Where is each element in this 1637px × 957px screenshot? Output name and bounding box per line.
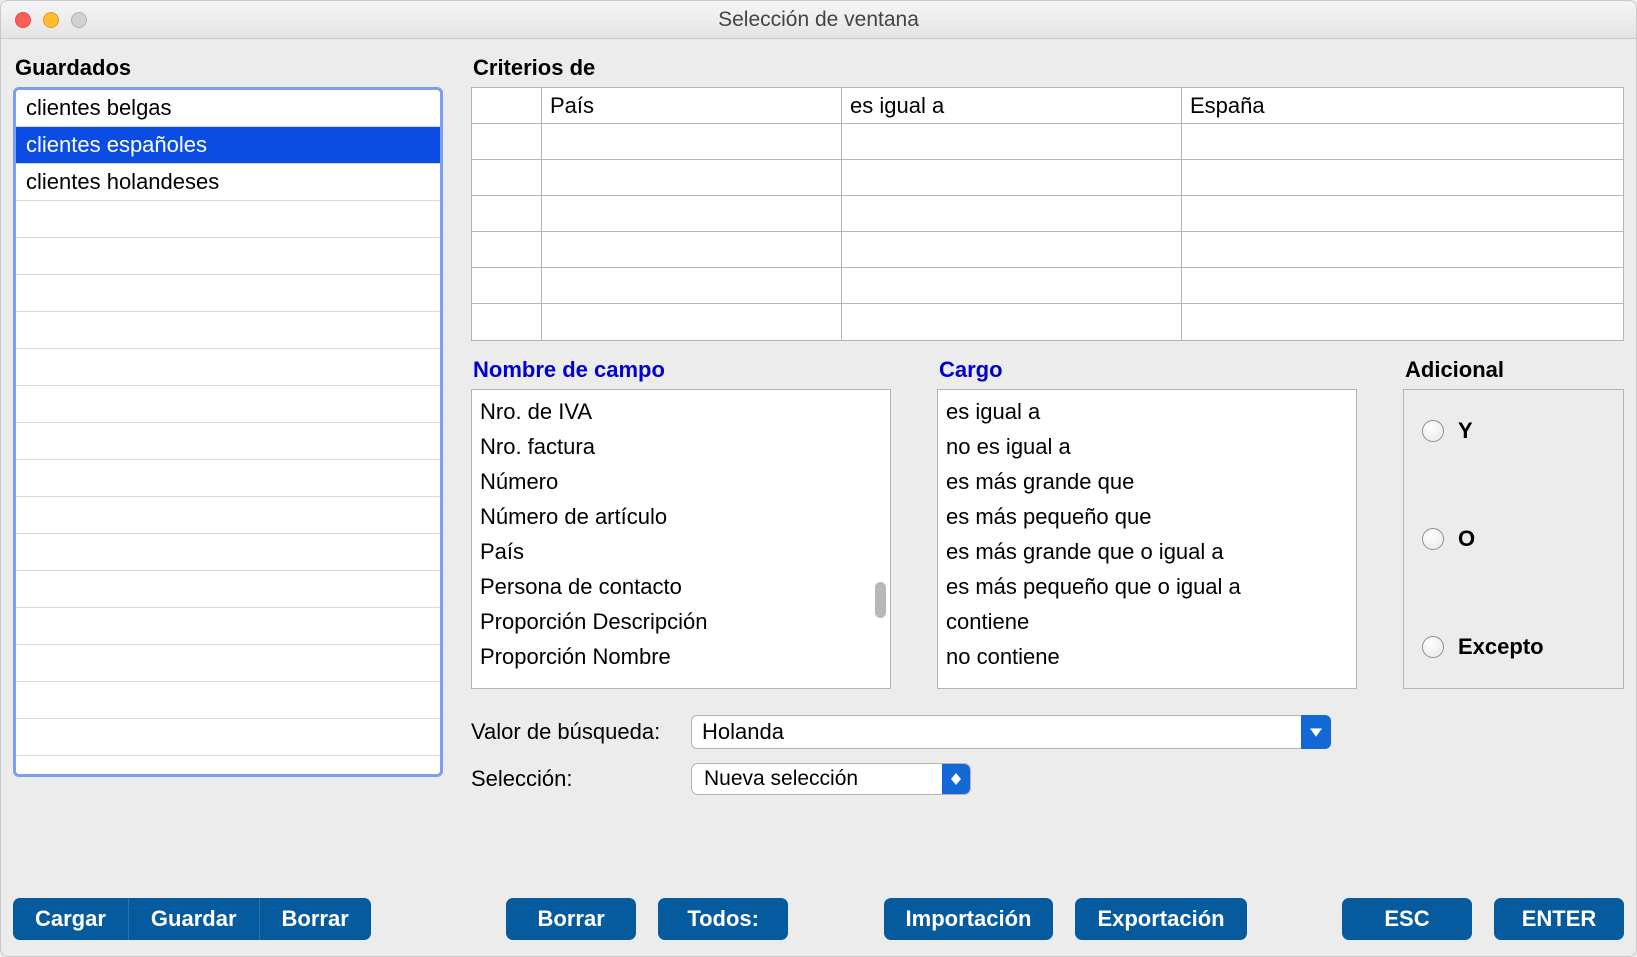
search-combo[interactable] [691, 715, 1331, 749]
criteria-cell[interactable] [542, 196, 842, 232]
additional-group: Y O Excepto [1403, 389, 1624, 689]
search-label: Valor de búsqueda: [471, 719, 691, 745]
list-item[interactable]: es igual a [946, 394, 1348, 429]
list-item[interactable]: es más pequeño que [946, 499, 1348, 534]
list-item[interactable]: contiene [946, 604, 1348, 639]
list-item[interactable]: es más pequeño que o igual a [946, 569, 1348, 604]
criteria-cell[interactable] [542, 124, 842, 160]
criteria-cell[interactable] [842, 232, 1182, 268]
criteria-cell[interactable] [1182, 124, 1623, 160]
radio-icon [1422, 636, 1444, 658]
list-item[interactable] [16, 275, 440, 312]
radio-icon [1422, 528, 1444, 550]
fields-label: Nombre de campo [473, 357, 891, 383]
esc-button[interactable]: ESC [1342, 898, 1472, 940]
import-button[interactable]: Importación [884, 898, 1054, 940]
borrar-left-button[interactable]: Borrar [260, 898, 371, 940]
search-input[interactable] [691, 715, 1301, 749]
radio-icon [1422, 420, 1444, 442]
list-item[interactable]: es más grande que [946, 464, 1348, 499]
list-item[interactable] [16, 608, 440, 645]
list-item[interactable] [16, 349, 440, 386]
list-item[interactable]: Proporción Nombre [480, 639, 882, 674]
list-item[interactable] [16, 534, 440, 571]
list-item[interactable]: no contiene [946, 639, 1348, 674]
criteria-cell[interactable] [542, 232, 842, 268]
criteria-cell[interactable]: es igual a [842, 88, 1182, 124]
list-item[interactable]: no es igual a [946, 429, 1348, 464]
saved-label: Guardados [15, 55, 443, 81]
criteria-cell[interactable] [472, 124, 542, 160]
list-item[interactable] [16, 386, 440, 423]
selection-window: Selección de ventana Guardados clientes … [0, 0, 1637, 957]
criteria-cell[interactable] [542, 304, 842, 340]
criteria-label: Criterios de [473, 55, 1624, 81]
criteria-cell[interactable] [472, 88, 542, 124]
window-title: Selección de ventana [1, 8, 1636, 32]
scrollbar-thumb[interactable] [875, 582, 886, 618]
list-item[interactable]: clientes españoles [16, 127, 440, 164]
criteria-cell[interactable] [472, 160, 542, 196]
criteria-cell[interactable] [1182, 160, 1623, 196]
list-item[interactable]: Proporción Descripción [480, 604, 882, 639]
radio-y[interactable]: Y [1422, 418, 1605, 444]
criteria-table[interactable]: Países igual aEspaña [471, 87, 1624, 341]
list-item[interactable] [16, 571, 440, 608]
list-item[interactable]: País [480, 534, 882, 569]
guardar-button[interactable]: Guardar [129, 898, 260, 940]
criteria-cell[interactable] [842, 160, 1182, 196]
criteria-cell[interactable]: País [542, 88, 842, 124]
criteria-cell[interactable]: España [1182, 88, 1623, 124]
stepper-icon[interactable] [942, 764, 970, 794]
list-item[interactable]: Número [480, 464, 882, 499]
criteria-cell[interactable] [472, 232, 542, 268]
list-item[interactable]: Número de artículo [480, 499, 882, 534]
list-item[interactable]: Persona de contacto [480, 569, 882, 604]
criteria-cell[interactable] [1182, 196, 1623, 232]
selection-select[interactable]: Nueva selección [691, 763, 971, 795]
cargo-listbox[interactable]: es igual ano es igual aes más grande que… [937, 389, 1357, 689]
criteria-cell[interactable] [542, 160, 842, 196]
criteria-cell[interactable] [472, 268, 542, 304]
criteria-cell[interactable] [1182, 232, 1623, 268]
criteria-cell[interactable] [842, 124, 1182, 160]
cargar-button[interactable]: Cargar [13, 898, 129, 940]
additional-label: Adicional [1405, 357, 1624, 383]
criteria-cell[interactable] [472, 196, 542, 232]
criteria-cell[interactable] [542, 268, 842, 304]
enter-button[interactable]: ENTER [1494, 898, 1624, 940]
list-item[interactable]: clientes holandeses [16, 164, 440, 201]
list-item[interactable] [16, 719, 440, 756]
saved-list[interactable]: clientes belgasclientes españolescliente… [13, 87, 443, 777]
criteria-cell[interactable] [1182, 268, 1623, 304]
todos-button[interactable]: Todos: [658, 898, 788, 940]
list-item[interactable] [16, 312, 440, 349]
criteria-cell[interactable] [842, 196, 1182, 232]
radio-o[interactable]: O [1422, 526, 1605, 552]
criteria-cell[interactable] [472, 304, 542, 340]
list-item[interactable] [16, 423, 440, 460]
list-item[interactable]: Nro. factura [480, 429, 882, 464]
criteria-cell[interactable] [1182, 304, 1623, 340]
cargo-label: Cargo [939, 357, 1357, 383]
dropdown-icon[interactable] [1301, 715, 1331, 749]
criteria-cell[interactable] [842, 268, 1182, 304]
list-item[interactable] [16, 497, 440, 534]
list-item[interactable]: Nro. de IVA [480, 394, 882, 429]
fields-listbox[interactable]: Nro. de IVANro. facturaNúmeroNúmero de a… [471, 389, 891, 689]
titlebar: Selección de ventana [1, 1, 1636, 39]
list-item[interactable] [16, 201, 440, 238]
borrar-button[interactable]: Borrar [506, 898, 636, 940]
selection-label: Selección: [471, 766, 691, 792]
list-item[interactable] [16, 682, 440, 719]
list-item[interactable]: es más grande que o igual a [946, 534, 1348, 569]
list-item[interactable] [16, 645, 440, 682]
criteria-cell[interactable] [842, 304, 1182, 340]
list-item[interactable] [16, 460, 440, 497]
radio-excepto[interactable]: Excepto [1422, 634, 1605, 660]
export-button[interactable]: Exportación [1075, 898, 1246, 940]
list-item[interactable] [16, 238, 440, 275]
list-item[interactable]: clientes belgas [16, 90, 440, 127]
